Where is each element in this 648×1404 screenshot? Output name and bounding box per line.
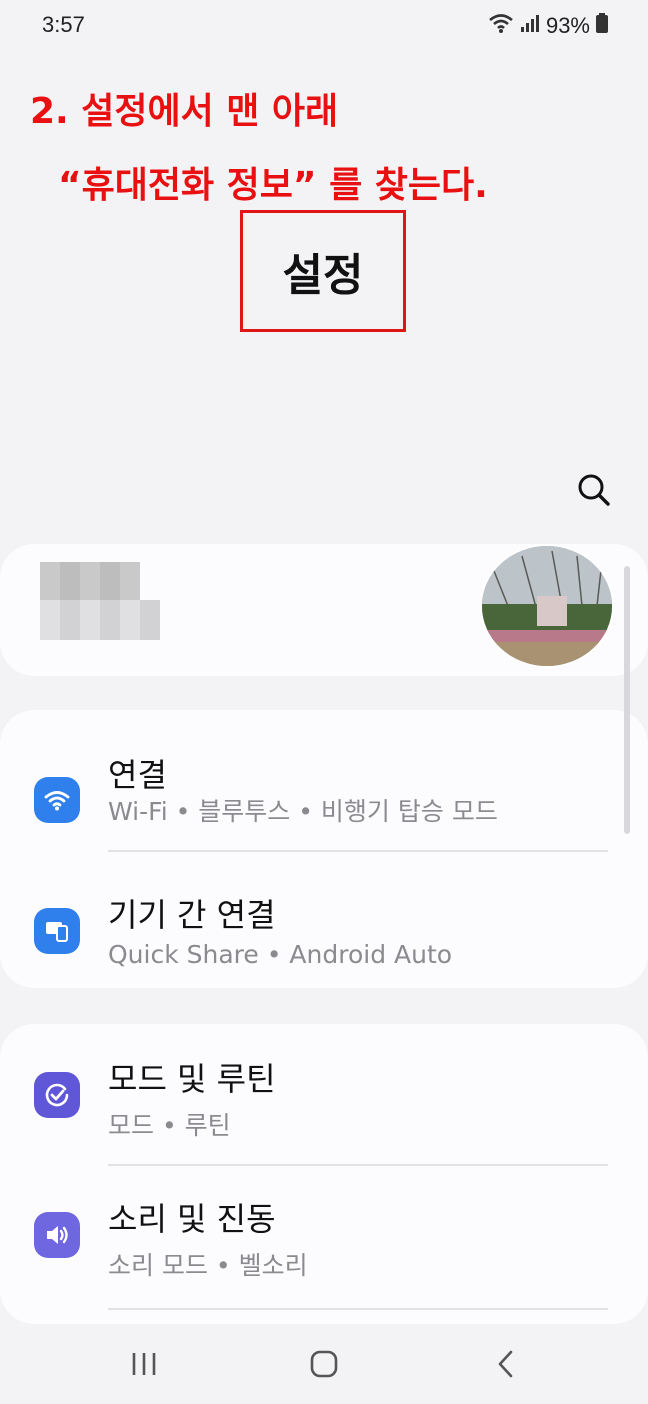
check-circle-icon	[34, 1072, 80, 1118]
status-icons: 93%	[488, 12, 608, 40]
avatar[interactable]	[480, 544, 614, 668]
item-subtitle: Quick Share • Android Auto	[108, 940, 453, 969]
scrollbar[interactable]	[624, 566, 630, 834]
search-button[interactable]	[574, 470, 614, 510]
wifi-icon	[488, 12, 514, 40]
settings-group-modes-sound: 모드 및 루틴 모드 • 루틴 소리 및 진동 소리 모드 • 벨소리	[0, 1024, 648, 1324]
home-button[interactable]	[302, 1344, 346, 1388]
settings-item-connections[interactable]: 연결 Wi-Fi • 블루투스 • 비행기 탑승 모드	[0, 730, 648, 870]
speaker-icon	[34, 1212, 80, 1258]
item-subtitle: Wi-Fi • 블루투스 • 비행기 탑승 모드	[108, 797, 498, 826]
divider	[108, 1164, 608, 1166]
home-icon	[308, 1348, 340, 1384]
recents-button[interactable]	[122, 1344, 166, 1388]
status-time: 3:57	[42, 12, 85, 37]
devices-icon	[34, 908, 80, 954]
page-title: 설정	[282, 250, 364, 301]
profile-card[interactable]	[0, 544, 648, 676]
title-highlight-box: 설정	[240, 210, 406, 332]
back-icon	[491, 1349, 521, 1383]
annotation-text-line1: 2. 설정에서 맨 아래	[30, 91, 339, 132]
account-email-redacted	[40, 600, 160, 640]
settings-item-modes-routines[interactable]: 모드 및 루틴 모드 • 루틴	[0, 1044, 648, 1184]
battery-icon	[596, 13, 608, 39]
item-title: 연결	[108, 756, 167, 794]
navigation-bar	[0, 1324, 648, 1404]
recents-icon	[129, 1349, 159, 1383]
annotation-text-line2: “휴대전화 정보” 를 찾는다.	[58, 165, 488, 206]
account-name-redacted	[40, 562, 140, 602]
item-title: 기기 간 연결	[108, 896, 276, 934]
item-subtitle: 모드 • 루틴	[108, 1111, 231, 1140]
status-bar: 3:57 93%	[0, 0, 648, 52]
wifi-icon	[34, 777, 80, 823]
settings-group-connections: 연결 Wi-Fi • 블루투스 • 비행기 탑승 모드 기기 간 연결 Quic…	[0, 710, 648, 988]
signal-icon	[520, 13, 540, 39]
battery-level: 93%	[545, 13, 590, 38]
item-title: 모드 및 루틴	[108, 1060, 276, 1098]
settings-item-sound-vibration[interactable]: 소리 및 진동 소리 모드 • 벨소리	[0, 1174, 648, 1314]
search-icon	[574, 474, 614, 514]
back-button[interactable]	[484, 1344, 528, 1388]
settings-item-device-connection[interactable]: 기기 간 연결 Quick Share • Android Auto	[0, 850, 648, 990]
item-title: 소리 및 진동	[108, 1200, 276, 1238]
item-subtitle: 소리 모드 • 벨소리	[108, 1251, 308, 1280]
divider	[108, 1308, 608, 1310]
